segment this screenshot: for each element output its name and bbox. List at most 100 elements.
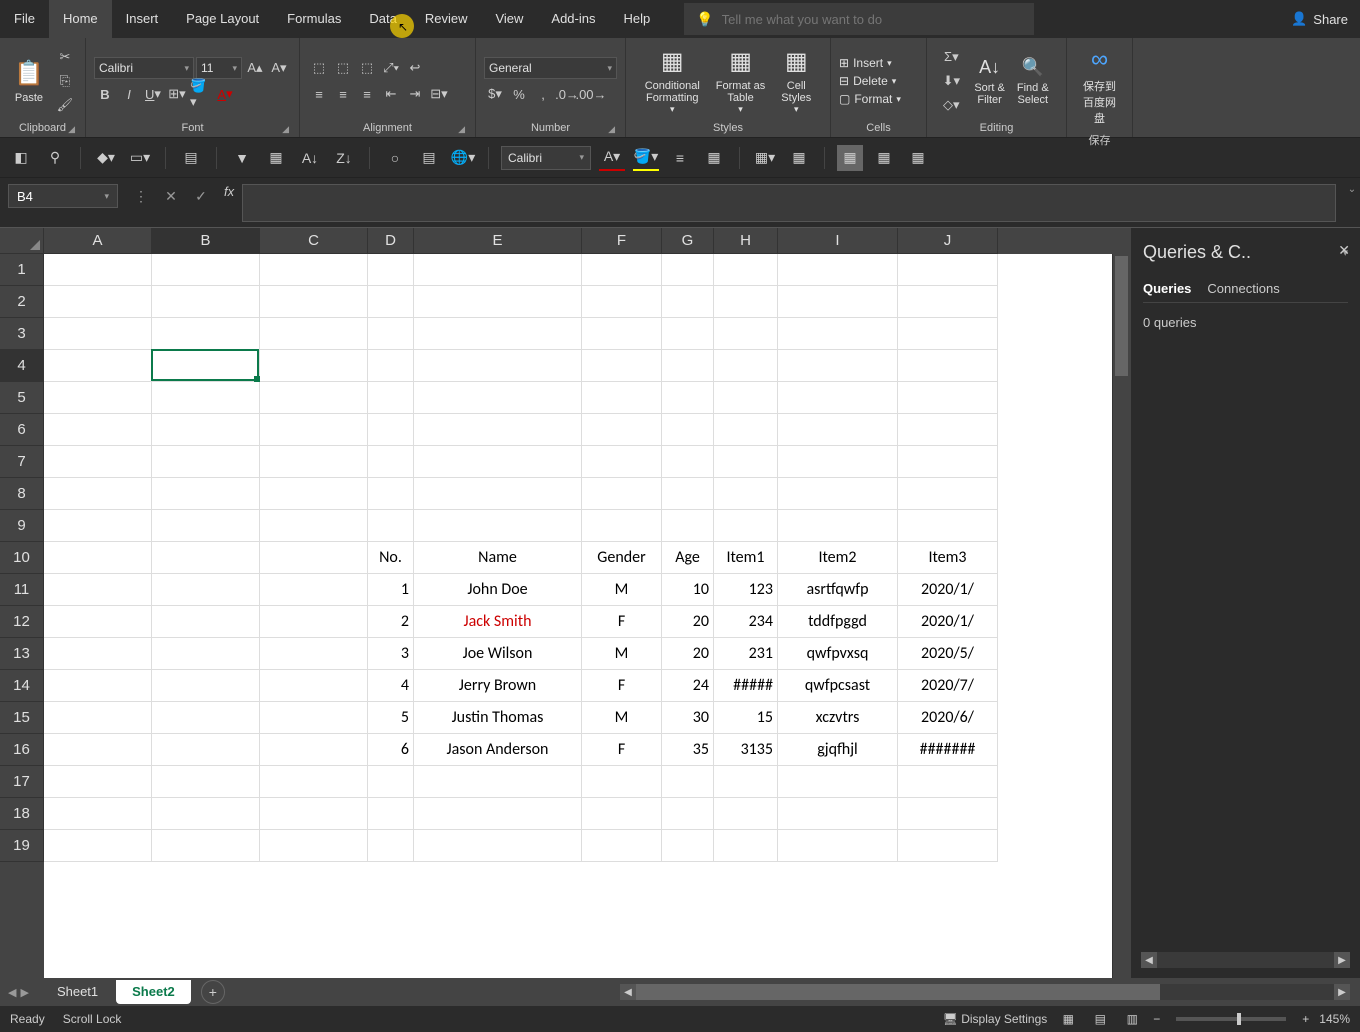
column-header-E[interactable]: E	[414, 228, 582, 254]
cell-F10[interactable]: Gender	[582, 542, 662, 574]
cell-H10[interactable]: Item1	[714, 542, 778, 574]
row-header-2[interactable]: 2	[0, 286, 44, 318]
cell-E2[interactable]	[414, 286, 582, 318]
decrease-decimal-button[interactable]: .00→	[580, 83, 602, 105]
cell-B3[interactable]	[152, 318, 260, 350]
row-header-9[interactable]: 9	[0, 510, 44, 542]
fill-button[interactable]: ⬇▾	[940, 70, 962, 92]
cell-D18[interactable]	[368, 798, 414, 830]
cell-D5[interactable]	[368, 382, 414, 414]
cell-F16[interactable]: F	[582, 734, 662, 766]
menu-insert[interactable]: Insert	[112, 0, 173, 38]
horizontal-scrollbar[interactable]: ◀ ▶	[620, 984, 1350, 1000]
cell-H9[interactable]	[714, 510, 778, 542]
format-cells-button[interactable]: Format	[854, 92, 892, 106]
scroll-left-icon[interactable]: ◀	[1141, 952, 1157, 968]
underline-button[interactable]: U▾	[142, 83, 164, 105]
cell-A12[interactable]	[44, 606, 152, 638]
cell-H16[interactable]: 3135	[714, 734, 778, 766]
cell-D12[interactable]: 2	[368, 606, 414, 638]
cell-E8[interactable]	[414, 478, 582, 510]
row-header-13[interactable]: 13	[0, 638, 44, 670]
cell-B5[interactable]	[152, 382, 260, 414]
cell-G12[interactable]: 20	[662, 606, 714, 638]
cell-C7[interactable]	[260, 446, 368, 478]
cell-G9[interactable]	[662, 510, 714, 542]
cell-B4[interactable]	[152, 350, 260, 382]
cell-H18[interactable]	[714, 798, 778, 830]
cell-F14[interactable]: F	[582, 670, 662, 702]
display-settings-button[interactable]: 🖥 Display Settings	[943, 1012, 1048, 1026]
cell-F5[interactable]	[582, 382, 662, 414]
cell-C17[interactable]	[260, 766, 368, 798]
cell-B2[interactable]	[152, 286, 260, 318]
border-button[interactable]: ⊞▾	[166, 83, 188, 105]
cell-E1[interactable]	[414, 254, 582, 286]
cell-D8[interactable]	[368, 478, 414, 510]
cell-B18[interactable]	[152, 798, 260, 830]
filter-icon[interactable]: ▼	[229, 145, 255, 171]
cell-I2[interactable]	[778, 286, 898, 318]
cell-F13[interactable]: M	[582, 638, 662, 670]
cell-H3[interactable]	[714, 318, 778, 350]
cell-F17[interactable]	[582, 766, 662, 798]
column-header-H[interactable]: H	[714, 228, 778, 254]
sheet-tab-sheet2[interactable]: Sheet2	[116, 980, 191, 1004]
cell-J8[interactable]	[898, 478, 998, 510]
zoom-out-button[interactable]: −	[1153, 1012, 1160, 1026]
cell-H7[interactable]	[714, 446, 778, 478]
cell-E14[interactable]: Jerry Brown	[414, 670, 582, 702]
cell-J11[interactable]: 2020/1/	[898, 574, 998, 606]
cell-J16[interactable]: #######	[898, 734, 998, 766]
bold-button[interactable]: B	[94, 83, 116, 105]
cell-C4[interactable]	[260, 350, 368, 382]
cell-D4[interactable]	[368, 350, 414, 382]
cell-G5[interactable]	[662, 382, 714, 414]
cell-C14[interactable]	[260, 670, 368, 702]
cell-A14[interactable]	[44, 670, 152, 702]
cell-A9[interactable]	[44, 510, 152, 542]
cell-D3[interactable]	[368, 318, 414, 350]
row-header-4[interactable]: 4	[0, 350, 44, 382]
cell-A10[interactable]	[44, 542, 152, 574]
menu-page-layout[interactable]: Page Layout	[172, 0, 273, 38]
cell-E7[interactable]	[414, 446, 582, 478]
scroll-left-icon[interactable]: ◀	[620, 984, 636, 1000]
cell-E16[interactable]: Jason Anderson	[414, 734, 582, 766]
grid-icon-2[interactable]: ▦	[786, 145, 812, 171]
cell-C18[interactable]	[260, 798, 368, 830]
cell-A1[interactable]	[44, 254, 152, 286]
cell-F2[interactable]	[582, 286, 662, 318]
cell-H19[interactable]	[714, 830, 778, 862]
panel-tab-connections[interactable]: Connections	[1207, 281, 1279, 302]
row-header-15[interactable]: 15	[0, 702, 44, 734]
cell-A16[interactable]	[44, 734, 152, 766]
cut-button[interactable]: ✂	[54, 46, 76, 68]
toolbar2-font-select[interactable]: Calibri▾	[501, 146, 591, 170]
column-header-D[interactable]: D	[368, 228, 414, 254]
cell-A11[interactable]	[44, 574, 152, 606]
cell-B17[interactable]	[152, 766, 260, 798]
menu-review[interactable]: Review	[411, 0, 482, 38]
menu-formulas[interactable]: Formulas	[273, 0, 355, 38]
table-icon-2[interactable]: ▦	[701, 145, 727, 171]
cell-G3[interactable]	[662, 318, 714, 350]
cell-J2[interactable]	[898, 286, 998, 318]
autosum-button[interactable]: Σ▾	[940, 46, 962, 68]
cell-G8[interactable]	[662, 478, 714, 510]
cell-J18[interactable]	[898, 798, 998, 830]
cell-E15[interactable]: Justin Thomas	[414, 702, 582, 734]
sort-filter-button[interactable]: A↓Sort & Filter	[970, 55, 1009, 108]
cell-I12[interactable]: tddfpggd	[778, 606, 898, 638]
cell-B10[interactable]	[152, 542, 260, 574]
cell-H8[interactable]	[714, 478, 778, 510]
percent-button[interactable]: %	[508, 83, 530, 105]
tb2-btn-1[interactable]: ◧	[8, 145, 34, 171]
fill-color-button[interactable]: 🪣▾	[190, 83, 212, 105]
cell-G15[interactable]: 30	[662, 702, 714, 734]
align-right-button[interactable]: ≡	[356, 83, 378, 105]
menu-file[interactable]: File	[0, 0, 49, 38]
name-box[interactable]: B4▾	[8, 184, 118, 208]
cell-G4[interactable]	[662, 350, 714, 382]
conditional-formatting-button[interactable]: ▦Conditional Formatting▾	[639, 42, 706, 120]
